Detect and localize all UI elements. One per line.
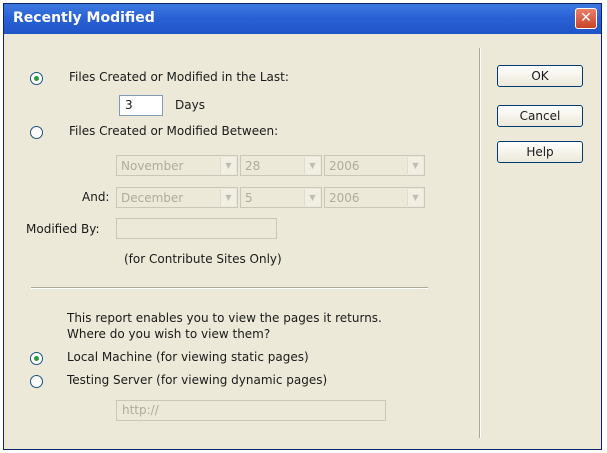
chevron-down-icon: ▼ xyxy=(220,157,236,174)
radio-between[interactable] xyxy=(30,126,43,139)
testing-server-url-input[interactable]: http:// xyxy=(116,400,386,421)
testing-server-label: Testing Server (for viewing dynamic page… xyxy=(67,373,328,387)
local-machine-label: Local Machine (for viewing static pages) xyxy=(67,350,309,364)
radio-local-machine[interactable] xyxy=(30,352,43,365)
close-icon[interactable]: ✕ xyxy=(575,8,597,29)
between-label: Files Created or Modified Between: xyxy=(69,124,279,138)
chevron-down-icon: ▼ xyxy=(407,157,423,174)
recently-modified-dialog: Recently Modified ✕ Files Created or Mod… xyxy=(3,3,602,450)
to-year-select[interactable]: 2006 ▼ xyxy=(324,187,425,208)
to-month-select[interactable]: December ▼ xyxy=(116,187,238,208)
help-button[interactable]: Help xyxy=(497,141,583,163)
vertical-divider xyxy=(479,48,481,438)
chevron-down-icon: ▼ xyxy=(304,189,320,206)
last-days-label: Files Created or Modified in the Last: xyxy=(69,70,289,84)
and-label: And: xyxy=(82,190,110,204)
report-text-line2: Where do you wish to view them? xyxy=(67,327,271,341)
radio-testing-server[interactable] xyxy=(30,375,43,388)
from-month-value: November xyxy=(121,159,184,173)
to-day-select[interactable]: 5 ▼ xyxy=(240,187,322,208)
from-day-value: 28 xyxy=(245,159,261,173)
chevron-down-icon: ▼ xyxy=(304,157,320,174)
from-month-select[interactable]: November ▼ xyxy=(116,155,238,176)
to-day-value: 5 xyxy=(245,191,253,205)
report-text-line1: This report enables you to view the page… xyxy=(67,311,382,325)
days-input[interactable]: 3 xyxy=(119,95,163,116)
to-month-value: December xyxy=(121,191,184,205)
days-label: Days xyxy=(175,98,205,112)
to-year-value: 2006 xyxy=(329,191,360,205)
modified-by-input[interactable] xyxy=(116,218,277,239)
radio-last-days[interactable] xyxy=(30,72,43,85)
chevron-down-icon: ▼ xyxy=(220,189,236,206)
dialog-title: Recently Modified xyxy=(13,10,155,26)
chevron-down-icon: ▼ xyxy=(407,189,423,206)
divider xyxy=(31,287,428,289)
from-day-select[interactable]: 28 ▼ xyxy=(240,155,322,176)
from-year-select[interactable]: 2006 ▼ xyxy=(324,155,425,176)
ok-button[interactable]: OK xyxy=(497,65,583,87)
modified-by-label: Modified By: xyxy=(26,222,100,236)
title-bar: Recently Modified ✕ xyxy=(4,4,601,34)
contribute-note: (for Contribute Sites Only) xyxy=(124,252,282,266)
cancel-button[interactable]: Cancel xyxy=(497,105,583,127)
from-year-value: 2006 xyxy=(329,159,360,173)
